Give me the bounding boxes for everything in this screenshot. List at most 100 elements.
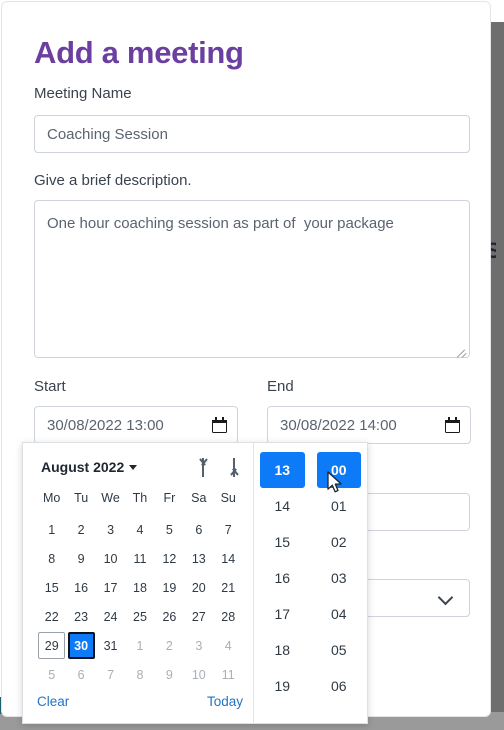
start-datetime-input[interactable]: 30/08/2022 13:00 [34,406,238,444]
calendar-day-cell[interactable]: 13 [184,544,213,573]
calendar-day-cell[interactable]: 1 [125,631,154,660]
clear-button[interactable]: Clear [37,694,69,709]
calendar-day-label: 10 [103,551,118,566]
weekday-label: Th [132,491,148,505]
calendar-day-cell[interactable]: 4 [214,631,243,660]
arrow-down-icon[interactable] [227,457,240,477]
chevron-down-icon [437,589,454,606]
description-label: Give a brief description. [34,172,192,189]
calendar-day-cell[interactable]: 14 [214,544,243,573]
hour-option[interactable]: 16 [260,560,305,596]
calendar-day-cell[interactable]: 2 [66,515,95,544]
calendar-day-cell[interactable]: 8 [125,660,154,689]
calendar-week-row: 1 2 3 4 5 6 7 [37,515,243,544]
minute-option[interactable]: 06 [317,668,362,704]
calendar-day-cell[interactable]: 25 [125,602,154,631]
calendar-day-cell[interactable]: 16 [66,573,95,602]
calendar-day-cell[interactable]: 3 [184,631,213,660]
screen: S Add a meeting Meeting Name Give a brie… [0,0,504,730]
hour-option[interactable]: 15 [260,524,305,560]
calendar-day-cell[interactable]: 5 [37,660,66,689]
calendar-day-cell[interactable]: 29 [37,631,66,660]
calendar-day-label: 6 [77,667,85,682]
today-button[interactable]: Today [207,694,243,709]
weekday-label: We [101,491,120,505]
calendar-day-label: 15 [44,580,59,595]
calendar-day-cell[interactable]: 22 [37,602,66,631]
calendar-nav [196,457,240,477]
hour-column[interactable]: 13 14 15 16 17 18 19 [254,443,311,723]
calendar-day-cell[interactable]: 30 [66,631,95,660]
description-textarea[interactable]: One hour coaching session as part of you… [34,200,470,358]
calendar-icon[interactable] [212,417,227,433]
calendar-day-cell[interactable]: 26 [155,602,184,631]
weekday-label: Sa [191,491,207,505]
month-year-switch-button[interactable]: August 2022 [41,459,138,475]
weekday-label: Su [220,491,236,505]
calendar-day-label: 23 [74,609,89,624]
calendar-day-label: 8 [136,667,144,682]
hour-option[interactable]: 19 [260,668,305,704]
minute-option[interactable]: 05 [317,632,362,668]
minute-column[interactable]: 00 01 02 03 04 05 06 [311,443,368,723]
start-label: Start [34,378,66,395]
calendar-icon[interactable] [445,417,460,433]
calendar-day-label: 24 [103,609,118,624]
calendar-day-label: 29 [38,632,66,659]
end-datetime-value: 30/08/2022 14:00 [280,416,397,434]
arrow-up-icon[interactable] [196,457,209,477]
calendar-day-cell[interactable]: 20 [184,573,213,602]
calendar-day-cell[interactable]: 2 [155,631,184,660]
calendar-day-label: 25 [133,609,147,624]
calendar-day-cell[interactable]: 23 [66,602,95,631]
end-datetime-input[interactable]: 30/08/2022 14:00 [267,406,471,444]
calendar-day-cell[interactable]: 12 [155,544,184,573]
calendar-day-cell[interactable]: 10 [184,660,213,689]
calendar-day-cell[interactable]: 10 [96,544,125,573]
hour-option[interactable]: 18 [260,632,305,668]
datetime-picker-popup[interactable]: August 2022 Mo Tu We Th Fr Sa Su 1 2 3 4… [22,442,368,724]
calendar-day-label: 16 [74,580,89,595]
calendar-day-cell[interactable]: 1 [37,515,66,544]
hour-option[interactable]: 17 [260,596,305,632]
calendar-day-label: 9 [77,551,85,566]
calendar-day-cell[interactable]: 11 [214,660,243,689]
hour-option[interactable]: 13 [260,452,305,488]
calendar-day-cell[interactable]: 6 [66,660,95,689]
minute-option[interactable]: 03 [317,560,362,596]
calendar-day-cell[interactable]: 17 [96,573,125,602]
calendar-day-cell[interactable]: 9 [155,660,184,689]
calendar-day-cell[interactable]: 3 [96,515,125,544]
minute-option[interactable]: 00 [316,452,361,488]
minute-option[interactable]: 04 [317,596,362,632]
calendar-day-cell[interactable]: 4 [125,515,154,544]
calendar-day-cell[interactable]: 7 [214,515,243,544]
calendar-day-label: 3 [195,638,203,653]
weekday-header-row: Mo Tu We Th Fr Sa Su [37,491,243,505]
calendar-day-label: 17 [103,580,118,595]
minute-option[interactable]: 01 [317,488,362,524]
calendar-day-label: 28 [221,609,236,624]
calendar-day-label: 14 [221,551,236,566]
calendar-day-cell[interactable]: 21 [214,573,243,602]
calendar-day-cell[interactable]: 18 [125,573,154,602]
calendar-day-cell[interactable]: 31 [96,631,125,660]
calendar-day-cell[interactable]: 8 [37,544,66,573]
calendar-day-cell[interactable]: 15 [37,573,66,602]
calendar-day-cell[interactable]: 5 [155,515,184,544]
calendar-day-cell[interactable]: 28 [214,602,243,631]
meeting-name-input[interactable] [34,115,470,153]
calendar-day-cell[interactable]: 27 [184,602,213,631]
calendar-day-cell[interactable]: 11 [125,544,154,573]
calendar-day-cell[interactable]: 9 [66,544,95,573]
calendar-day-label: 10 [191,667,206,682]
calendar-day-label: 19 [162,580,177,595]
weekday-label: Mo [43,491,61,505]
hour-option[interactable]: 14 [260,488,305,524]
calendar-day-cell[interactable]: 24 [96,602,125,631]
minute-option[interactable]: 02 [317,524,362,560]
calendar-day-label: 11 [221,667,235,682]
calendar-day-cell[interactable]: 6 [184,515,213,544]
calendar-day-cell[interactable]: 19 [155,573,184,602]
calendar-day-cell[interactable]: 7 [96,660,125,689]
